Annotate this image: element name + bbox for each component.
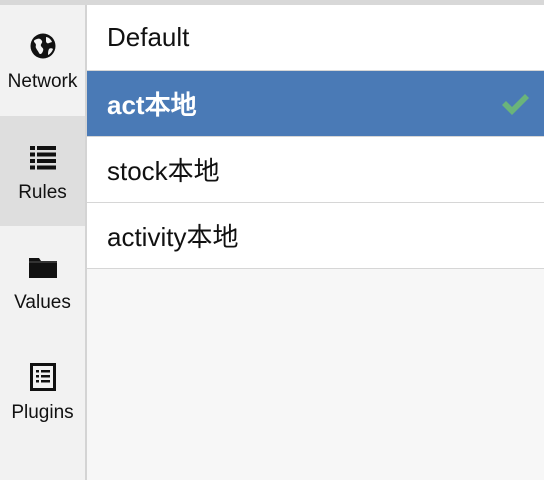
checkmark-icon <box>500 89 530 119</box>
sidebar-item-rules[interactable]: Rules <box>0 116 85 226</box>
rules-panel: Default act本地 stock本地 activity本地 <box>87 5 544 480</box>
sidebar-item-values[interactable]: Values <box>0 226 85 336</box>
plugin-list-icon <box>28 362 58 392</box>
rules-list: Default act本地 stock本地 activity本地 <box>87 5 544 269</box>
sidebar: Network Rules Values Plugins <box>0 5 87 480</box>
rule-label: activity本地 <box>107 222 239 252</box>
rule-label: act本地 <box>107 90 197 120</box>
sidebar-item-label: Plugins <box>11 402 74 423</box>
rule-label: Default <box>107 22 190 52</box>
sidebar-item-label: Network <box>7 71 78 92</box>
rule-item-stock[interactable]: stock本地 <box>87 137 544 203</box>
sidebar-item-label: Values <box>14 292 71 313</box>
app-window: Network Rules Values Plugins Default act… <box>0 0 544 480</box>
folder-icon <box>28 252 58 282</box>
rule-item-act[interactable]: act本地 <box>87 71 544 137</box>
globe-icon <box>28 31 58 61</box>
list-icon <box>28 142 58 172</box>
rule-item-default[interactable]: Default <box>87 5 544 71</box>
rule-label: stock本地 <box>107 156 220 186</box>
sidebar-item-plugins[interactable]: Plugins <box>0 336 85 446</box>
sidebar-item-label: Rules <box>18 182 67 203</box>
sidebar-item-network[interactable]: Network <box>0 5 85 116</box>
rule-item-activity[interactable]: activity本地 <box>87 203 544 269</box>
